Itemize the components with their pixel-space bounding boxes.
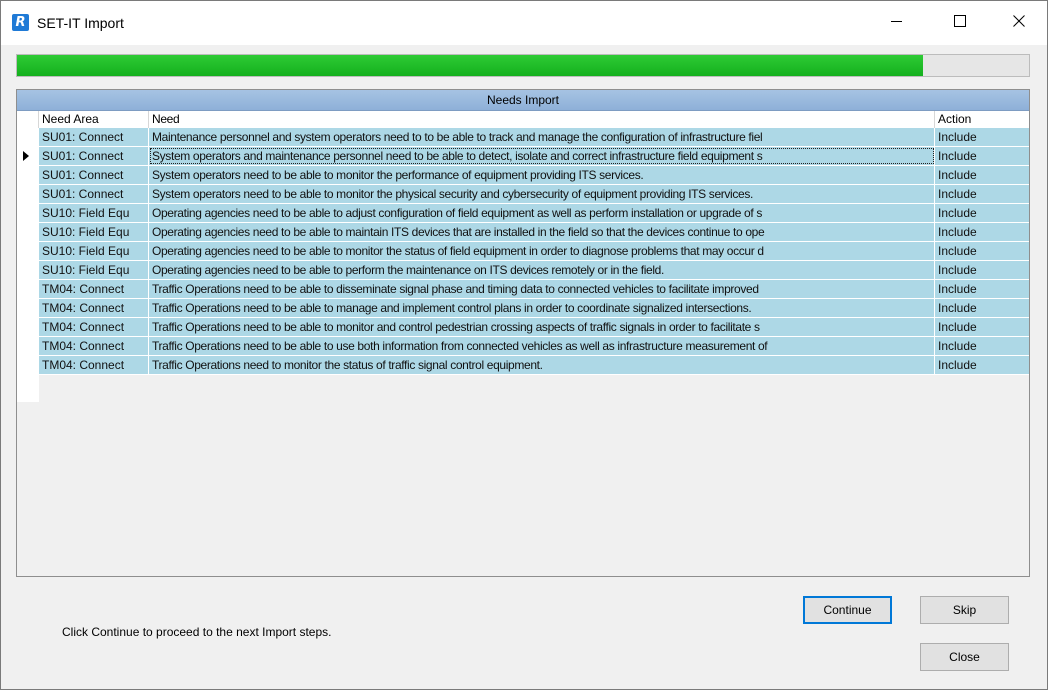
action-cell[interactable]: Include [935,242,1029,260]
need-area-cell[interactable]: SU01: Connect [39,166,149,184]
instruction-text: Click Continue to proceed to the next Im… [62,625,332,639]
table-row[interactable]: SU10: Field Equ Operating agencies need t… [39,261,1029,280]
action-cell[interactable]: Include [935,185,1029,203]
action-cell[interactable]: Include [935,204,1029,222]
table-row[interactable]: SU01: Connect System operators and mainte… [39,147,1029,166]
need-area-cell[interactable]: TM04: Connect [39,337,149,355]
table-row[interactable]: SU10: Field Equ Operating agencies need t… [39,242,1029,261]
table-row[interactable]: TM04: Connect Traffic Operations need to … [39,356,1029,375]
app-logo-icon: R [12,14,29,31]
action-cell[interactable]: Include [935,261,1029,279]
need-cell[interactable]: System operators need to be able to moni… [149,166,935,184]
maximize-icon [954,15,966,27]
need-area-cell[interactable]: SU10: Field Equ [39,223,149,241]
row-header-corner [17,111,39,128]
need-cell[interactable]: Traffic Operations need to be able to di… [149,280,935,298]
action-cell[interactable]: Include [935,280,1029,298]
action-cell[interactable]: Include [935,166,1029,184]
need-area-cell[interactable]: SU10: Field Equ [39,261,149,279]
title-bar[interactable]: R SET-IT Import [1,1,1047,45]
need-cell[interactable]: Traffic Operations need to be able to mo… [149,318,935,336]
need-cell[interactable]: Maintenance personnel and system operato… [149,128,935,146]
need-area-cell[interactable]: TM04: Connect [39,318,149,336]
table-row[interactable]: SU01: Connect Maintenance personnel and s… [39,128,1029,147]
need-cell[interactable]: Operating agencies need to be able to ma… [149,223,935,241]
table-row[interactable]: SU01: Connect System operators need to be… [39,166,1029,185]
table-row[interactable]: TM04: Connect Traffic Operations need to … [39,299,1029,318]
need-cell[interactable]: System operators need to be able to moni… [149,185,935,203]
action-cell[interactable]: Include [935,337,1029,355]
minimize-icon [891,21,902,22]
need-cell[interactable]: Operating agencies need to be able to pe… [149,261,935,279]
need-cell[interactable]: Traffic Operations need to monitor the s… [149,356,935,374]
need-cell[interactable]: Operating agencies need to be able to mo… [149,242,935,260]
table-row[interactable]: SU10: Field Equ Operating agencies need t… [39,223,1029,242]
table-row[interactable]: TM04: Connect Traffic Operations need to … [39,337,1029,356]
progress-fill [17,55,923,76]
close-window-button[interactable] [996,1,1042,33]
action-cell[interactable]: Include [935,223,1029,241]
need-area-cell[interactable]: TM04: Connect [39,280,149,298]
need-area-cell[interactable]: SU10: Field Equ [39,242,149,260]
close-icon [1013,15,1025,27]
need-cell[interactable]: Operating agencies need to be able to ad… [149,204,935,222]
action-cell[interactable]: Include [935,318,1029,336]
need-cell[interactable]: System operators and maintenance personn… [149,147,935,165]
column-header-need-area[interactable]: Need Area [39,111,149,128]
current-row-pointer-icon [23,151,29,161]
skip-button[interactable]: Skip [920,596,1009,624]
need-area-cell[interactable]: SU01: Connect [39,128,149,146]
table-row[interactable]: TM04: Connect Traffic Operations need to … [39,280,1029,299]
column-header-action[interactable]: Action [935,111,1029,128]
need-area-cell[interactable]: TM04: Connect [39,356,149,374]
table-row[interactable]: SU10: Field Equ Operating agencies need t… [39,204,1029,223]
close-button[interactable]: Close [920,643,1009,671]
grid-caption: Needs Import [17,90,1029,111]
import-progress-bar [16,54,1030,77]
action-cell[interactable]: Include [935,356,1029,374]
column-header-need[interactable]: Need [149,111,935,128]
needs-import-grid[interactable]: Needs Import Need Area Need Action SU01:… [16,89,1030,577]
need-area-cell[interactable]: SU01: Connect [39,185,149,203]
table-row[interactable]: SU01: Connect System operators need to be… [39,185,1029,204]
action-cell[interactable]: Include [935,128,1029,146]
action-cell[interactable]: Include [935,147,1029,165]
need-cell[interactable]: Traffic Operations need to be able to us… [149,337,935,355]
row-header-column [17,128,39,402]
maximize-button[interactable] [937,1,983,33]
import-window: R SET-IT Import Needs Import Need Area N… [0,0,1048,690]
need-area-cell[interactable]: SU10: Field Equ [39,204,149,222]
continue-button[interactable]: Continue [803,596,892,624]
grid-header-row: Need Area Need Action [17,111,1029,128]
need-area-cell[interactable]: TM04: Connect [39,299,149,317]
need-area-cell[interactable]: SU01: Connect [39,147,149,165]
action-cell[interactable]: Include [935,299,1029,317]
minimize-button[interactable] [874,1,920,33]
window-title: SET-IT Import [37,15,124,31]
table-row[interactable]: TM04: Connect Traffic Operations need to … [39,318,1029,337]
need-cell[interactable]: Traffic Operations need to be able to ma… [149,299,935,317]
